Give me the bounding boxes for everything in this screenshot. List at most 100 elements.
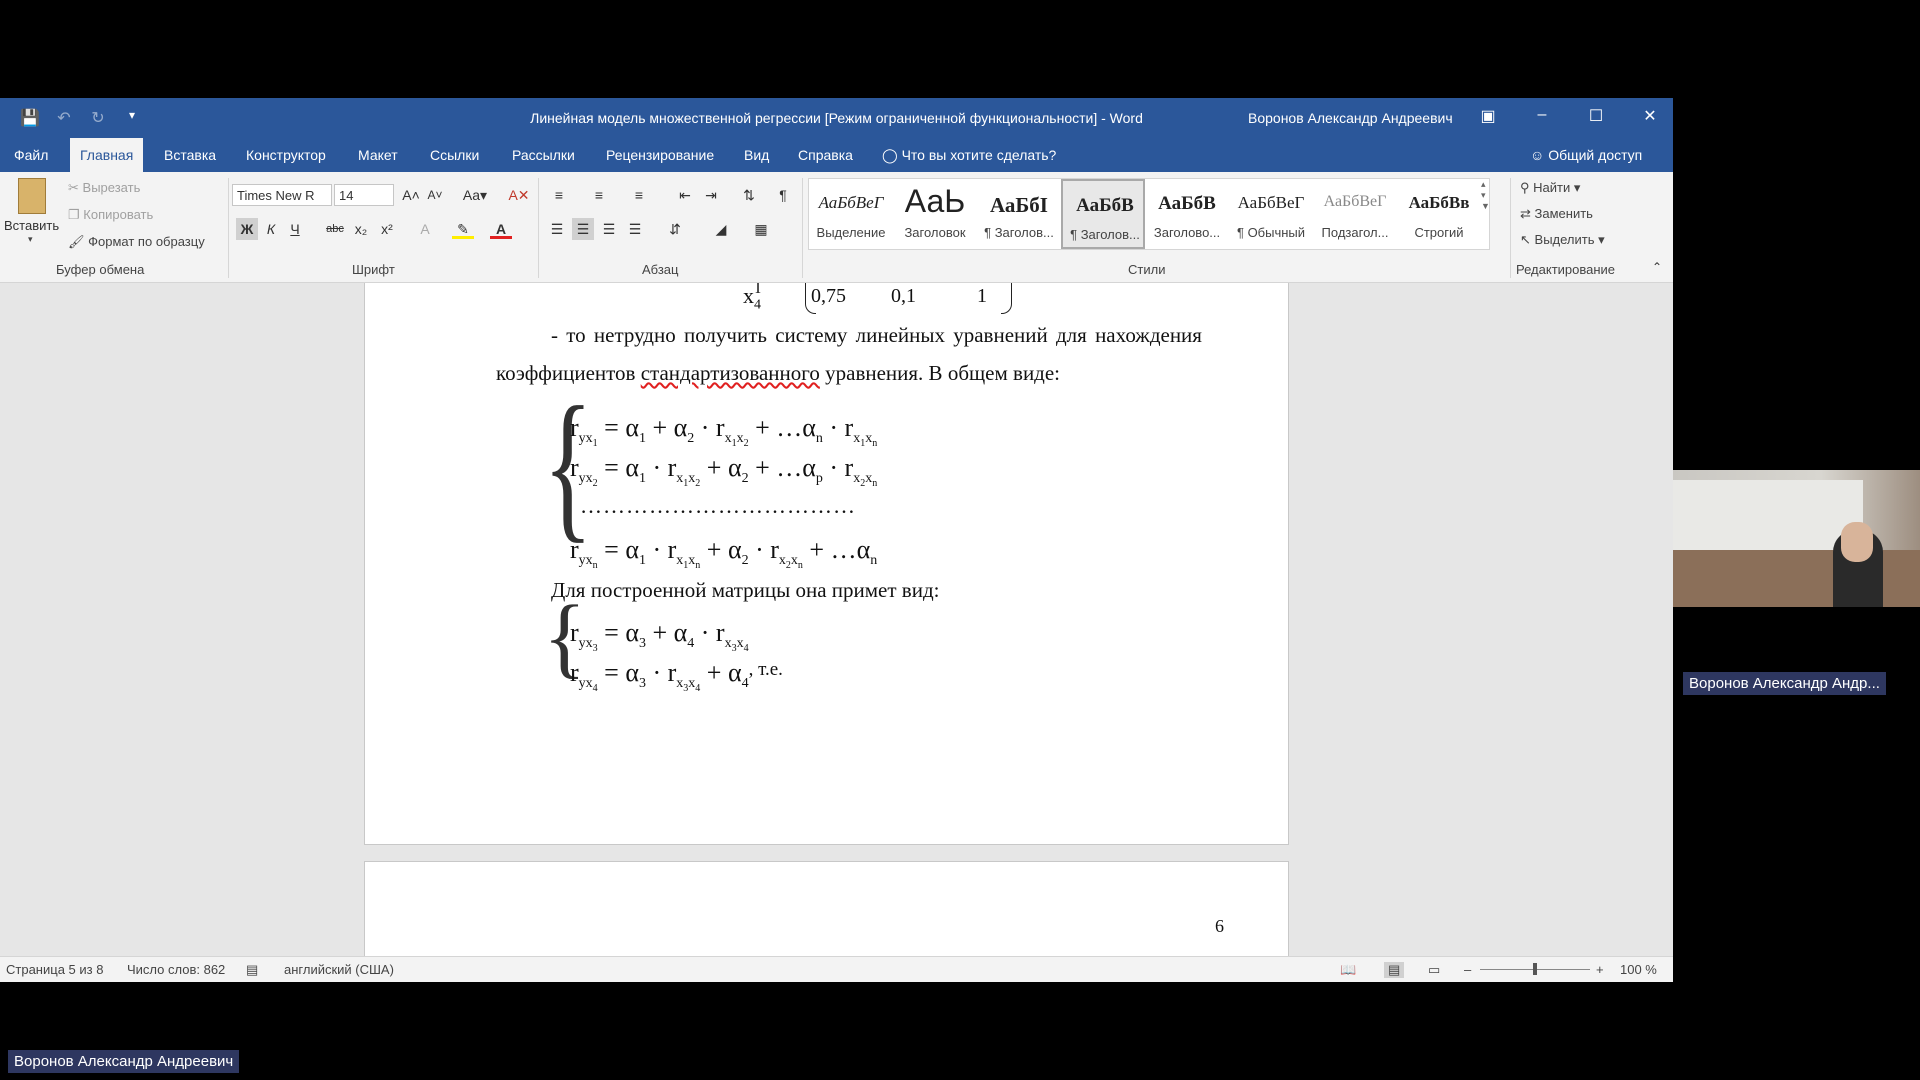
underline-button[interactable]: Ч (284, 218, 306, 240)
spelling-error-word[interactable]: стандартизованного (641, 361, 820, 385)
proofing-icon[interactable]: ▤ (246, 962, 258, 978)
group-label-clipboard: Буфер обмена (56, 262, 145, 277)
close-button[interactable]: ✕ (1636, 106, 1664, 126)
tab-file[interactable]: Файл (4, 138, 58, 172)
highlight-color-icon[interactable]: ✎ (452, 218, 474, 239)
borders-icon[interactable]: ▦ (750, 218, 772, 240)
font-color-icon[interactable]: A (490, 218, 512, 239)
style-heading-3[interactable]: АаБбВ Заголово... (1145, 179, 1229, 249)
line-spacing-icon[interactable]: ⇵ (664, 218, 686, 240)
tab-review[interactable]: Рецензирование (596, 138, 724, 172)
bullets-icon[interactable]: ≡ (548, 184, 570, 206)
user-name[interactable]: Воронов Александр Андреевич (1248, 110, 1453, 126)
find-button[interactable]: ⚲ Найти ▾ (1520, 180, 1580, 196)
clear-formatting-icon[interactable]: A✕ (508, 184, 530, 206)
paste-button[interactable]: Вставить ▾ (4, 176, 59, 246)
equation-line-n: ryxn = α1 · rx1xn + α2 · rx2xn + …αn (570, 535, 878, 571)
bold-button[interactable]: Ж (236, 218, 258, 240)
multilevel-list-icon[interactable]: ≡ (628, 184, 650, 206)
participant-name-tag: Воронов Александр Андр... (1683, 672, 1886, 695)
read-mode-icon[interactable]: 📖 (1340, 962, 1356, 978)
paragraph-line: - то нетрудно получить систему линейных … (551, 323, 1202, 347)
font-name-combo[interactable]: Times New R (232, 184, 332, 206)
style-title[interactable]: АаЬ Заголовок (893, 179, 977, 249)
tab-view[interactable]: Вид (734, 138, 779, 172)
font-size-combo[interactable]: 14 (334, 184, 394, 206)
collapse-ribbon-icon[interactable]: ⌃ (1646, 256, 1668, 278)
zoom-slider-thumb[interactable] (1533, 963, 1537, 975)
align-center-icon[interactable]: ☰ (572, 218, 594, 240)
align-left-icon[interactable]: ☰ (546, 218, 568, 240)
copy-icon: ❐ (68, 207, 80, 222)
page-count[interactable]: Страница 5 из 8 (6, 962, 103, 977)
equation-dots: ……………………………… (580, 493, 856, 518)
text-cursor-icon: I (755, 283, 761, 297)
align-right-icon[interactable]: ☰ (598, 218, 620, 240)
clipboard-icon (18, 178, 46, 214)
tab-references[interactable]: Ссылки (420, 138, 489, 172)
sort-icon[interactable]: ⇅ (738, 184, 760, 206)
increase-indent-icon[interactable]: ⇥ (700, 184, 722, 206)
word-count[interactable]: Число слов: 862 (127, 962, 225, 977)
matrix-bracket-right (1001, 283, 1012, 314)
paragraph-line: Для построенной матрицы она примет вид: (551, 578, 940, 602)
style-normal[interactable]: АаБбВеГ ¶ Обычный (1229, 179, 1313, 249)
style-heading-1[interactable]: АаБбI ¶ Заголов... (977, 179, 1061, 249)
share-button[interactable]: ☺ Общий доступ (1530, 138, 1642, 172)
tab-mailings[interactable]: Рассылки (502, 138, 585, 172)
justify-icon[interactable]: ☰ (624, 218, 646, 240)
page-number: 6 (1215, 916, 1224, 936)
grow-font-icon[interactable]: A˄ (400, 184, 422, 206)
change-case-icon[interactable]: Aa▾ (458, 184, 492, 206)
zoom-out-icon[interactable]: – (1464, 962, 1471, 977)
web-layout-icon[interactable]: ▭ (1428, 962, 1440, 978)
tab-insert[interactable]: Вставка (154, 138, 226, 172)
status-bar: Страница 5 из 8 Число слов: 862 ▤ англий… (0, 956, 1673, 982)
shading-icon[interactable]: ◢ (710, 218, 732, 240)
select-button[interactable]: ↖ Выделить ▾ (1520, 232, 1605, 248)
document-area[interactable]: x4 0,75 0,1 1 I - то нетрудно получить с… (0, 283, 1673, 956)
italic-button[interactable]: К (260, 218, 282, 240)
scissors-icon: ✂ (68, 180, 79, 195)
superscript-button[interactable]: x² (376, 218, 398, 240)
numbering-icon[interactable]: ≡ (588, 184, 610, 206)
zoom-level[interactable]: 100 % (1620, 962, 1657, 977)
equation-line-1: ryx1 = α1 + α2 · rx1x2 + …αn · rx1xn (570, 413, 878, 449)
cut-button[interactable]: ✂ Вырезать (68, 180, 140, 196)
participant-video (1673, 470, 1920, 607)
subscript-button[interactable]: x₂ (350, 218, 372, 240)
tell-me-search[interactable]: ◯ Что вы хотите сделать? (882, 138, 1056, 172)
tab-layout[interactable]: Макет (348, 138, 408, 172)
show-marks-icon[interactable]: ¶ (772, 184, 794, 206)
style-heading-2[interactable]: АаБбВ ¶ Заголов... (1061, 179, 1145, 249)
ribbon-tabs: Файл Главная Вставка Конструктор Макет С… (0, 138, 1673, 172)
print-layout-icon[interactable]: ▤ (1384, 962, 1405, 978)
document-page[interactable]: x4 0,75 0,1 1 I - то нетрудно получить с… (364, 283, 1289, 845)
tab-help[interactable]: Справка (788, 138, 863, 172)
strikethrough-button[interactable]: abc (324, 218, 346, 240)
replace-icon: ⇄ (1520, 206, 1531, 221)
matrix-value: 0,75 (811, 285, 846, 307)
copy-button[interactable]: ❐ Копировать (68, 207, 153, 223)
language[interactable]: английский (США) (284, 962, 394, 977)
styles-scroll-controls[interactable]: ▴ ▾ ▼ (1481, 179, 1490, 249)
zoom-in-icon[interactable]: + (1596, 962, 1604, 977)
document-page-next[interactable]: 6 (364, 861, 1289, 956)
matrix-value: 0,1 (891, 285, 916, 307)
minimize-button[interactable]: – (1528, 106, 1556, 124)
tab-design[interactable]: Конструктор (236, 138, 336, 172)
style-subtitle[interactable]: АаБбВеГ Подзагол... (1313, 179, 1397, 249)
ribbon-display-options-icon[interactable]: ▣ (1474, 106, 1502, 126)
title-bar: 💾 ↶ ↻ ▾ Линейная модель множественной ре… (0, 98, 1673, 138)
style-emphasis[interactable]: АаБбВеГ Выделение (809, 179, 893, 249)
decrease-indent-icon[interactable]: ⇤ (674, 184, 696, 206)
text-effects-icon[interactable]: A (414, 218, 436, 240)
maximize-button[interactable]: ☐ (1582, 106, 1610, 126)
tab-home[interactable]: Главная (70, 138, 144, 172)
shrink-font-icon[interactable]: A˅ (424, 184, 446, 206)
format-painter-button[interactable]: 🖌 Формат по образцу (68, 234, 205, 250)
equation-line-2: ryx2 = α1 · rx1x2 + α2 + …αp · rx2xn (570, 453, 878, 489)
style-strong[interactable]: АаБбВв Строгий (1397, 179, 1481, 249)
replace-button[interactable]: ⇄ Заменить (1520, 206, 1593, 222)
search-icon: ⚲ (1520, 180, 1530, 195)
